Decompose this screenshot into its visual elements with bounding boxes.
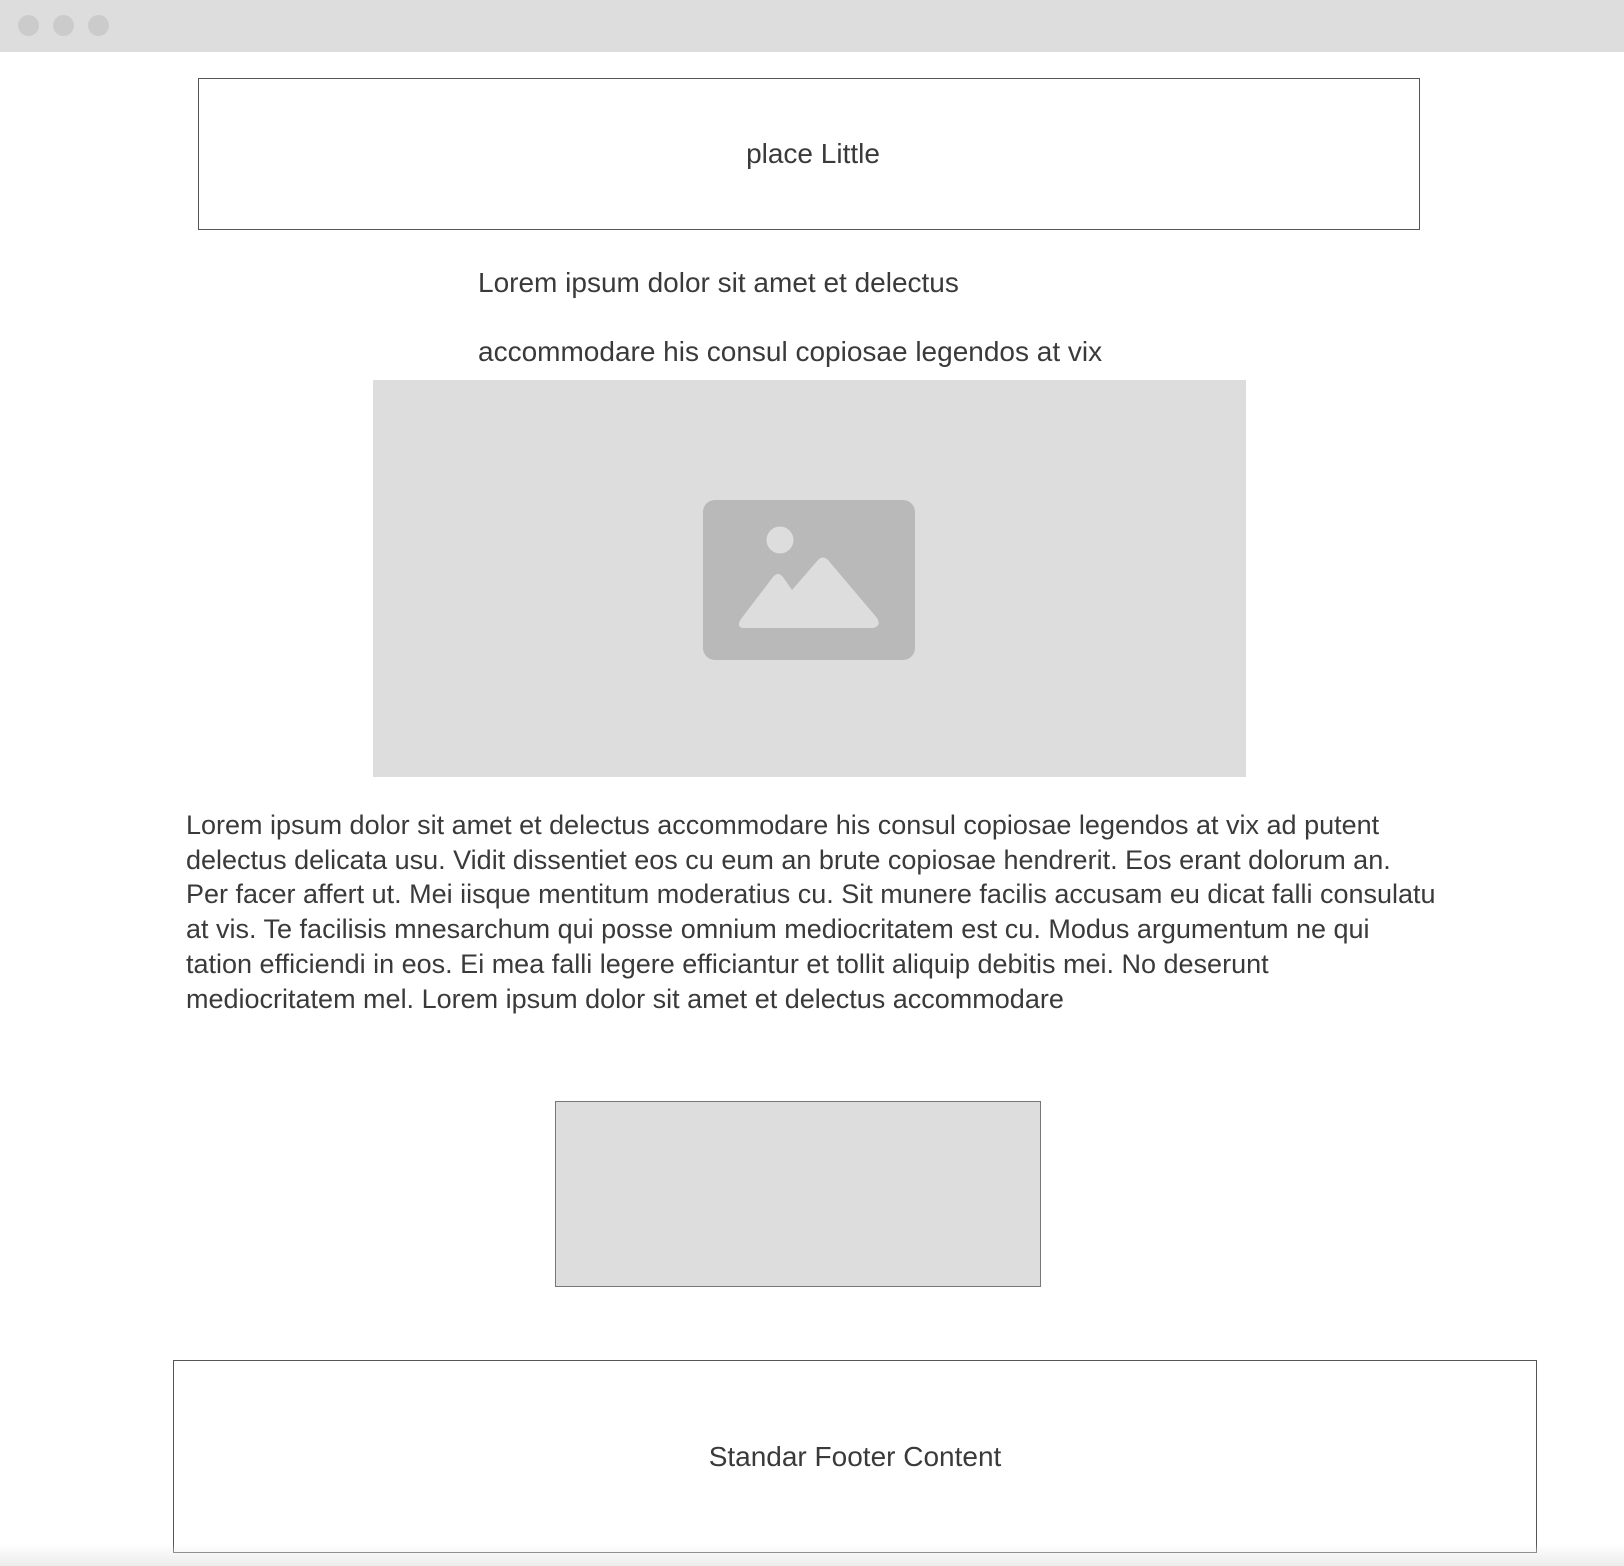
body-paragraph: Lorem ipsum dolor sit amet et delectus a… [186,810,1436,1014]
page-footer: Standar Footer Content [173,1360,1537,1553]
intro-line-2: accommodare his consul copiosae legendos… [478,336,1103,367]
footer-text: Standar Footer Content [708,1440,1002,1472]
window-titlebar [0,0,1624,52]
header-title: place Little [746,138,880,169]
window-close-dot[interactable] [18,15,39,36]
window-maximize-dot[interactable] [88,15,109,36]
window-minimize-dot[interactable] [53,15,74,36]
content-placeholder-box [555,1101,1041,1287]
intro-line-1: Lorem ipsum dolor sit amet et delectus [478,267,959,298]
hero-image-placeholder [373,380,1246,777]
page-header: place Little [198,78,1420,230]
image-placeholder-icon [703,500,915,660]
